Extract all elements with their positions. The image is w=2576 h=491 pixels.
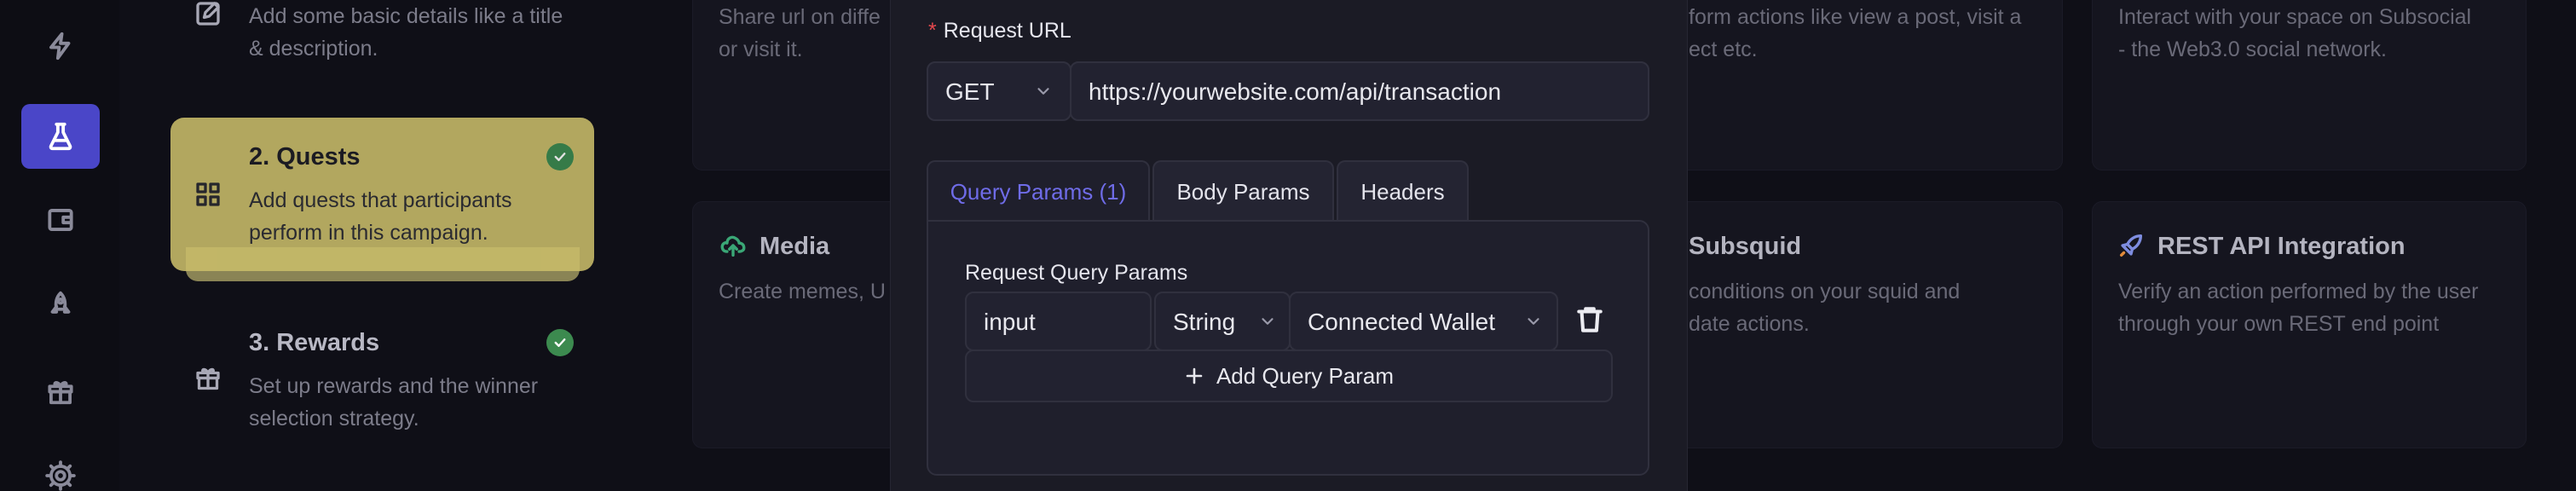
param-source-select[interactable]: Connected Wallet bbox=[1289, 292, 1558, 351]
card-description: Verify an action performed by the user t… bbox=[2118, 280, 2479, 336]
gear-icon[interactable] bbox=[21, 443, 100, 491]
icon-rail bbox=[0, 0, 119, 491]
method-select[interactable]: GET bbox=[927, 61, 1071, 121]
param-name-input[interactable]: input bbox=[965, 292, 1152, 351]
param-type-value: String bbox=[1173, 309, 1236, 335]
url-value: https://yourwebsite.com/api/transaction bbox=[1089, 78, 1502, 105]
step-quests[interactable]: 2. Quests Add quests that participants p… bbox=[170, 118, 594, 271]
card-description: Share url on diffe or visit it. bbox=[719, 5, 881, 61]
card-description: conditions on your squid and date action… bbox=[1689, 280, 1961, 336]
step-rewards[interactable]: 3. Rewards Set up rewards and the winner… bbox=[170, 315, 594, 452]
step-description: Add some basic details like a title & de… bbox=[249, 4, 563, 61]
chevron-down-icon bbox=[1258, 312, 1277, 335]
tab-headers[interactable]: Headers bbox=[1337, 160, 1469, 222]
check-icon bbox=[546, 329, 574, 356]
gift-icon bbox=[193, 361, 223, 396]
rest-api-card[interactable]: REST API Integration Verify an action pe… bbox=[2092, 201, 2527, 448]
tab-body-params[interactable]: Body Params bbox=[1152, 160, 1334, 222]
step-description: Set up rewards and the winner selection … bbox=[249, 374, 539, 430]
query-section-label: Request Query Params bbox=[965, 261, 1188, 285]
gift-icon[interactable] bbox=[21, 358, 100, 423]
param-name-value: input bbox=[984, 309, 1036, 335]
param-type-select[interactable]: String bbox=[1154, 292, 1291, 351]
tab-query-params[interactable]: Query Params (1) bbox=[927, 160, 1150, 222]
grid-icon bbox=[193, 179, 223, 214]
trash-icon[interactable] bbox=[1574, 303, 1606, 340]
card-description: form actions like view a post, visit a e… bbox=[1689, 5, 2022, 61]
step-details[interactable]: Add some basic details like a title & de… bbox=[170, 0, 594, 77]
edit-icon bbox=[193, 0, 223, 33]
step-title: 3. Rewards bbox=[249, 329, 380, 356]
required-mark: * bbox=[928, 19, 937, 43]
card-description: Create memes, U bbox=[719, 280, 886, 303]
method-value: GET bbox=[945, 78, 995, 105]
request-url-input[interactable]: https://yourwebsite.com/api/transaction bbox=[1070, 61, 1649, 121]
step-description: Add quests that participants perform in … bbox=[249, 188, 512, 245]
card-title: REST API Integration bbox=[2157, 233, 2406, 260]
flask-icon[interactable] bbox=[21, 104, 100, 169]
request-url-label: * Request URL bbox=[928, 19, 1071, 43]
rocket-icon[interactable] bbox=[21, 273, 100, 338]
wallet-icon[interactable] bbox=[21, 188, 100, 252]
bolt-icon[interactable] bbox=[21, 14, 100, 78]
platform-card[interactable]: form actions like view a post, visit a e… bbox=[1671, 0, 2063, 170]
plus-icon bbox=[1186, 367, 1203, 384]
card-description: Interact with your space on Subsocial - … bbox=[2118, 5, 2472, 61]
cloud-upload-icon bbox=[719, 231, 748, 264]
chevron-down-icon bbox=[1524, 312, 1543, 335]
card-title: Media bbox=[760, 233, 830, 260]
subsquid-card[interactable]: Subsquid conditions on your squid and da… bbox=[1671, 201, 2063, 448]
param-source-value: Connected Wallet bbox=[1308, 309, 1495, 335]
card-title: Subsquid bbox=[1689, 233, 1802, 260]
rocket-icon bbox=[2117, 231, 2146, 264]
chevron-down-icon bbox=[1034, 82, 1053, 105]
media-card[interactable]: Media Create memes, U bbox=[692, 201, 905, 448]
add-query-param-label: Add Query Param bbox=[1216, 362, 1395, 389]
share-card[interactable]: Share url on diffe or visit it. bbox=[692, 0, 905, 170]
add-query-param-button[interactable]: Add Query Param bbox=[965, 349, 1613, 402]
subsocial-card[interactable]: Interact with your space on Subsocial - … bbox=[2092, 0, 2527, 170]
check-icon bbox=[546, 143, 574, 170]
step-title: 2. Quests bbox=[249, 143, 361, 170]
